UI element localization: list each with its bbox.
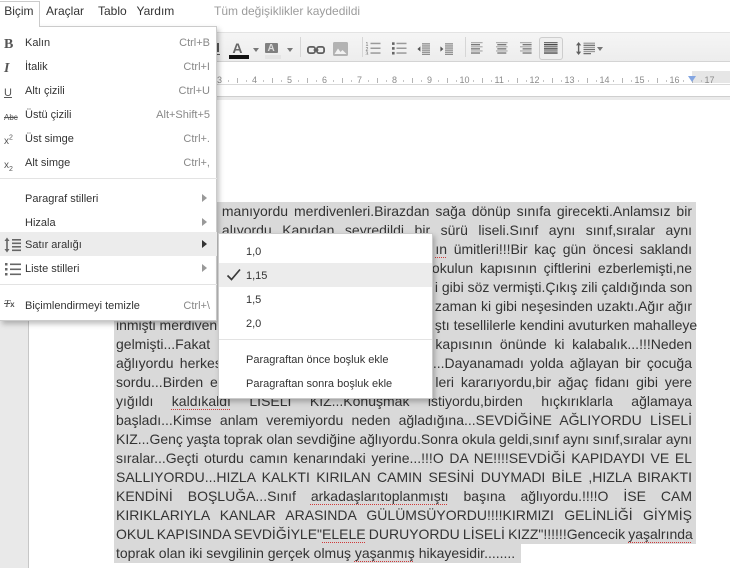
svg-text:3: 3 <box>365 52 368 55</box>
